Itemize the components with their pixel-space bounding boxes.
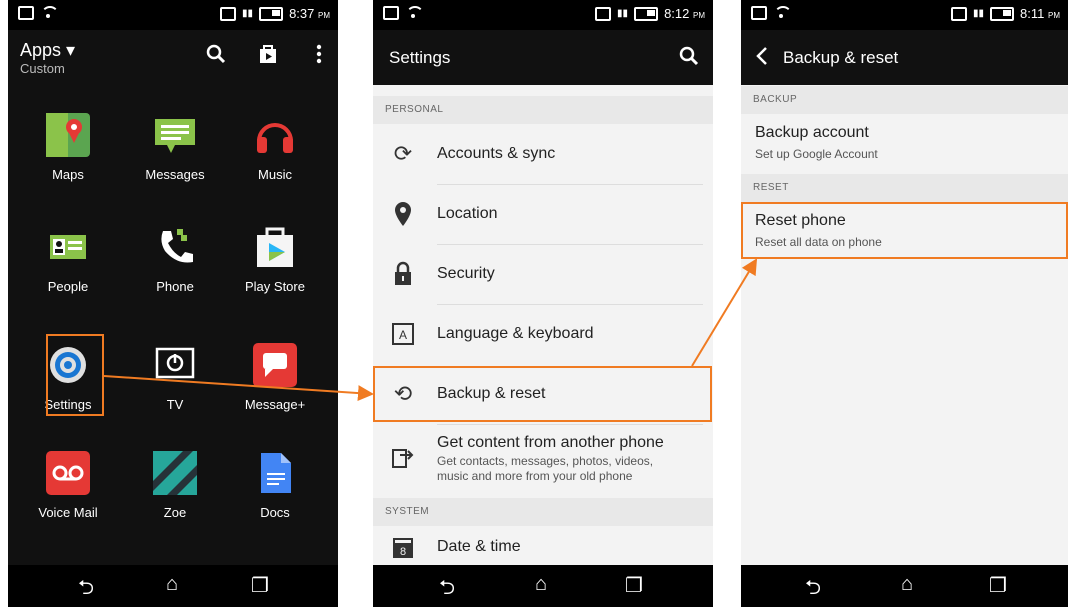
connector-arrows: [103, 258, 758, 402]
arrow-to-settings-screen: [103, 375, 374, 402]
arrow-to-backup-screen: [691, 258, 758, 367]
